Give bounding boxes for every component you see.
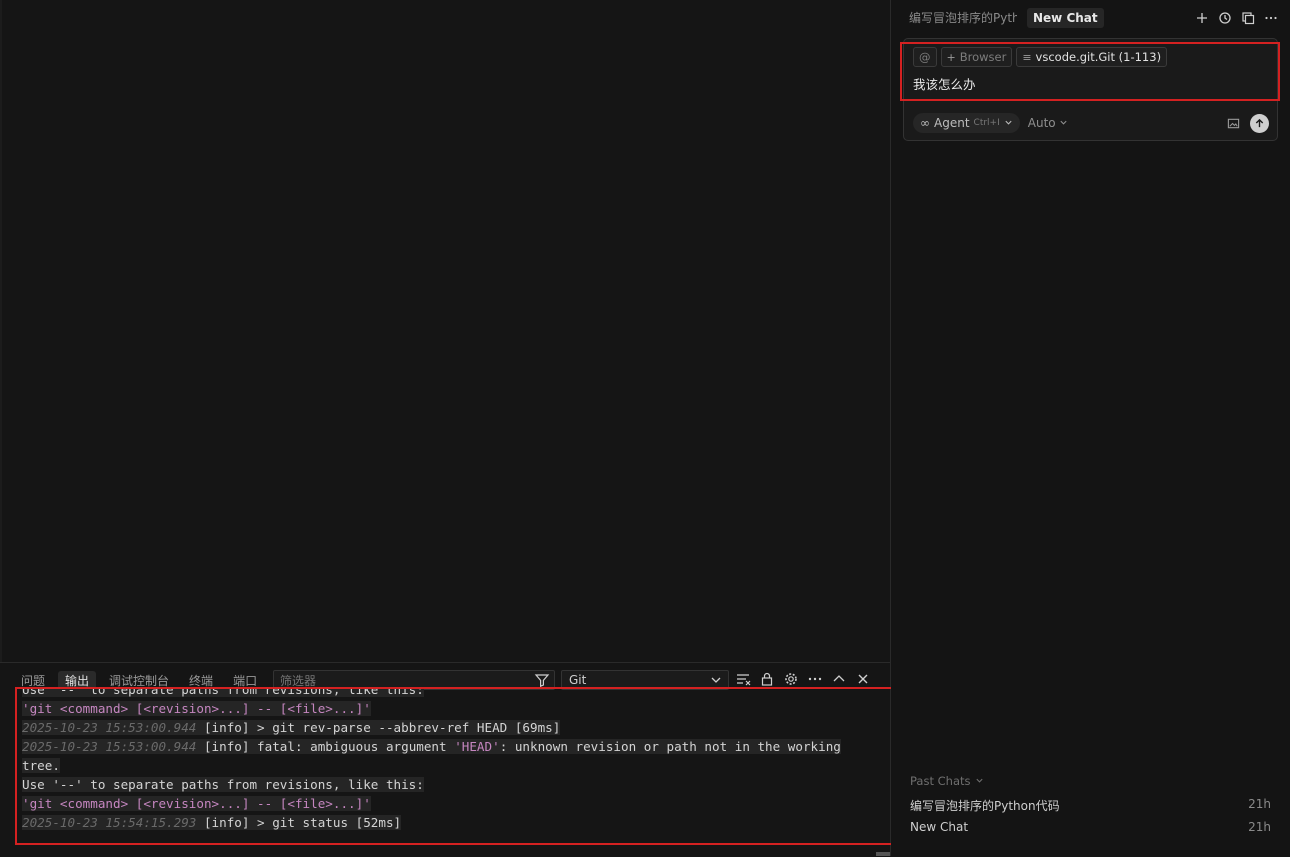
output-line: tree. [22,756,841,775]
browser-chip[interactable]: + Browser [940,47,1013,67]
output-line: 'git <command> [<revision>...] -- [<file… [22,794,841,813]
output-line-text: tree. [22,758,60,773]
output-line-text: 'git <command> [<revision>...] -- [<file… [22,701,371,716]
log-text: tree. [22,758,60,773]
channel-value: Git [569,673,587,687]
chat-tab-history[interactable]: 编写冒泡排序的Pyth [909,8,1017,28]
output-line-text: 2025-10-23 15:54:15.293 [info] > git sta… [22,815,402,830]
model-label: Auto [1027,116,1056,130]
log-timestamp: 2025-10-23 15:53:00.944 [22,739,197,754]
chat-tab-new-chat[interactable]: New Chat [1027,8,1104,28]
send-button[interactable] [1250,113,1269,133]
past-chat-item[interactable]: 编写冒泡排序的Python代码 21h [910,797,1271,814]
output-line: Use '--' to separate paths from revision… [22,687,841,699]
log-string: 'HEAD' [454,739,500,754]
file-context-chip[interactable]: ≡ vscode.git.Git (1-113) [1016,47,1168,67]
output-line-text: Use '--' to separate paths from revision… [22,687,424,697]
close-panel-icon[interactable] [855,671,871,687]
filter-icon[interactable] [534,672,550,688]
output-line: 'git <command> [<revision>...] -- [<file… [22,699,841,718]
lock-scroll-icon[interactable] [759,671,775,687]
context-chips: @ + Browser ≡ vscode.git.Git (1-113) [913,47,1168,67]
history-icon[interactable] [1217,10,1232,25]
log-string: 'git <command> [<revision>...] -- [<file… [22,796,371,811]
output-line-text: 2025-10-23 15:53:00.944 [info] > git rev… [22,720,561,735]
chat-tabs: 编写冒泡排序的Pyth New Chat [909,8,1104,28]
log-text: Use '--' to separate paths from revision… [22,777,424,792]
chat-composer: @ + Browser ≡ vscode.git.Git (1-113) 我该怎… [900,38,1280,141]
mode-shortcut: Ctrl+I [973,118,1000,128]
bottom-panel: 问题 输出 调试控制台 终端 端口 Git [0,662,897,857]
past-chat-title: 编写冒泡排序的Python代码 [910,799,1060,813]
maximize-panel-icon[interactable] [831,671,847,687]
plus-icon: + [946,50,956,64]
output-line: 2025-10-23 15:54:15.293 [info] > git sta… [22,813,841,832]
gear-icon[interactable] [783,671,799,687]
output-line: Use '--' to separate paths from revision… [22,775,841,794]
past-chats-label: Past Chats [910,774,971,788]
editor-area [0,0,890,662]
scrollbar-thumb[interactable] [876,852,890,856]
file-lines-icon: ≡ [1022,50,1032,64]
prompt-input[interactable]: 我该怎么办 [913,74,976,93]
chevron-down-icon [1004,116,1013,130]
past-chat-age: 21h [1248,820,1271,834]
composer-toolbar: ∞ Agent Ctrl+I Auto [913,112,1269,134]
past-chat-item[interactable]: New Chat 21h [910,820,1271,834]
plus-icon[interactable] [1194,10,1209,25]
model-select-button[interactable]: Auto [1028,116,1068,130]
log-timestamp: 2025-10-23 15:54:15.293 [22,815,197,830]
browser-chip-label: Browser [959,50,1007,64]
past-chat-title: New Chat [910,820,969,834]
file-chip-label: vscode.git.Git (1-113) [1035,50,1162,64]
log-timestamp: 2025-10-23 15:53:00.944 [22,720,197,735]
mention-button[interactable]: @ [913,47,937,67]
output-view[interactable]: Use '--' to separate paths from revision… [15,687,897,845]
past-chat-age: 21h [1248,797,1271,811]
log-string: 'git <command> [<revision>...] -- [<file… [22,701,371,716]
output-line: 2025-10-23 15:53:00.944 [info] fatal: am… [22,737,841,756]
output-lines: Use '--' to separate paths from revision… [22,687,841,832]
log-text: : unknown revision or path not in the wo… [499,739,841,754]
past-chats-header[interactable]: Past Chats [910,774,984,788]
chat-sidebar: 编写冒泡排序的Pyth New Chat @ + Browser ≡ vscod… [891,0,1290,856]
chevron-down-icon [975,774,984,788]
log-text: [info] > git status [52ms] [196,815,402,830]
more-icon[interactable] [1263,10,1278,25]
more-icon[interactable] [807,671,823,687]
log-text: [info] fatal: ambiguous argument [196,739,455,754]
chevron-down-icon [1059,116,1068,130]
clear-output-icon[interactable] [735,671,751,687]
panel-actions [735,671,871,687]
infinity-icon: ∞ [920,116,930,130]
output-line-text: 'git <command> [<revision>...] -- [<file… [22,796,371,811]
agent-mode-button[interactable]: ∞ Agent Ctrl+I [913,113,1020,133]
chat-actions [1194,10,1278,25]
mode-label: Agent [934,116,970,130]
duplicate-icon[interactable] [1240,10,1255,25]
output-line: 2025-10-23 15:53:00.944 [info] > git rev… [22,718,841,737]
output-line-text: 2025-10-23 15:53:00.944 [info] fatal: am… [22,739,841,754]
image-icon[interactable] [1224,114,1242,132]
output-line-text: Use '--' to separate paths from revision… [22,777,424,792]
log-text: Use '--' to separate paths from revision… [22,687,424,697]
log-text: [info] > git rev-parse --abbrev-ref HEAD… [196,720,561,735]
